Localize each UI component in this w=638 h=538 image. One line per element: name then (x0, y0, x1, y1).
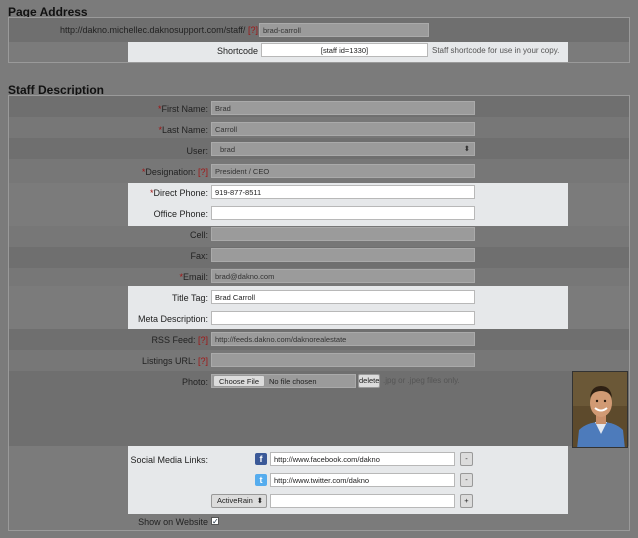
url-prefix-text: http://dakno.michellec.daknosupport.com/… (60, 25, 246, 35)
shortcode-help: Staff shortcode for use in your copy. (432, 46, 560, 55)
last-name-label: *Last Name: (158, 125, 208, 135)
rss-help-link[interactable]: [?] (198, 335, 208, 345)
email-input[interactable]: brad@dakno.com (211, 269, 475, 283)
slug-input[interactable]: brad-carroll (259, 23, 429, 37)
email-label: *Email: (179, 272, 208, 282)
remove-twitter-button[interactable]: - (460, 473, 473, 487)
select-arrows-icon: ⬍ (463, 144, 470, 153)
fax-input[interactable] (211, 248, 475, 262)
listings-help-link[interactable]: [?] (198, 356, 208, 366)
last-name-input[interactable]: Carroll (211, 122, 475, 136)
cell-label: Cell: (189, 230, 208, 240)
listings-url-input[interactable] (211, 353, 475, 367)
twitter-url-input[interactable]: http://www.twitter.com/dakno (270, 473, 455, 487)
listings-url-label: Listings URL: [?] (141, 356, 208, 366)
shortcode-label: Shortcode (216, 46, 258, 56)
facebook-icon: f (255, 453, 267, 465)
user-select[interactable]: brad ⬍ (211, 142, 475, 156)
twitter-icon: t (255, 474, 267, 486)
staff-photo-image (573, 372, 627, 447)
user-select-value: brad (220, 145, 236, 154)
new-social-url-input[interactable] (270, 494, 455, 508)
office-phone-input[interactable] (211, 206, 475, 220)
social-network-select[interactable]: ActiveRain ⬍ (211, 494, 267, 508)
title-tag-input[interactable]: Brad Carroll (211, 290, 475, 304)
direct-phone-input[interactable]: 919-877-8511 (211, 185, 475, 199)
rss-feed-input[interactable]: http://feeds.dakno.com/daknorealestate (211, 332, 475, 346)
shortcode-input[interactable]: [staff id=1330] (261, 43, 428, 57)
meta-description-input[interactable] (211, 311, 475, 325)
photo-label: Photo: (181, 377, 208, 387)
no-file-text: No file chosen (269, 377, 317, 386)
staff-photo (572, 371, 628, 448)
facebook-url-input[interactable]: http://www.facebook.com/dakno (270, 452, 455, 466)
url-prefix: http://dakno.michellec.daknosupport.com/… (60, 25, 258, 35)
user-label: User: (186, 146, 208, 156)
designation-label: *Designation: [?] (141, 167, 208, 177)
designation-help-link[interactable]: [?] (198, 167, 208, 177)
remove-facebook-button[interactable]: - (460, 452, 473, 466)
slug-help-link[interactable]: [?] (248, 25, 258, 35)
direct-phone-label: *Direct Phone: (149, 188, 208, 198)
show-on-website-checkbox[interactable]: ✓ (211, 517, 219, 526)
cell-input[interactable] (211, 227, 475, 241)
first-name-label: *First Name: (157, 104, 208, 114)
add-social-link-button[interactable]: + (460, 494, 473, 508)
fax-label: Fax: (190, 251, 208, 261)
select-arrows-icon: ⬍ (256, 496, 263, 505)
social-media-label: Social Media Links: (130, 455, 208, 465)
title-tag-label: Title Tag: (171, 293, 208, 303)
photo-file-input[interactable]: Choose File No file chosen (211, 374, 356, 388)
rss-feed-label: RSS Feed: [?] (151, 335, 208, 345)
photo-help: .jpg or .jpeg files only. (383, 376, 460, 385)
social-network-select-value: ActiveRain (217, 496, 253, 505)
show-on-website-label: Show on Website (138, 517, 208, 527)
designation-input[interactable]: President / CEO (211, 164, 475, 178)
first-name-input[interactable]: Brad (211, 101, 475, 115)
choose-file-button[interactable]: Choose File (213, 375, 265, 387)
meta-description-label: Meta Description: (137, 314, 208, 324)
office-phone-label: Office Phone: (153, 209, 208, 219)
delete-photo-button[interactable]: delete (358, 374, 380, 388)
